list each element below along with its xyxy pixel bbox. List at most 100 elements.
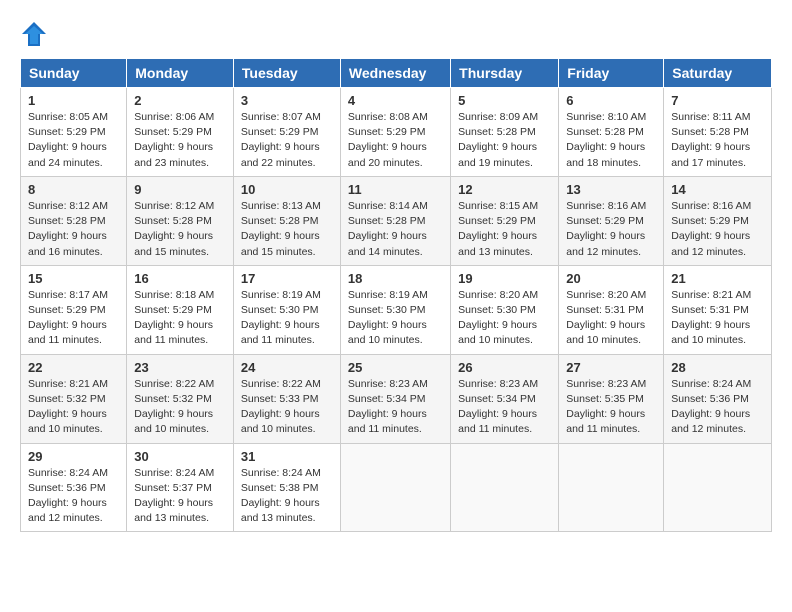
- calendar-cell: [664, 443, 772, 532]
- day-number: 15: [28, 271, 119, 286]
- calendar-week-4: 22 Sunrise: 8:21 AMSunset: 5:32 PMDayligh…: [21, 354, 772, 443]
- day-detail: Sunrise: 8:23 AMSunset: 5:34 PMDaylight:…: [348, 377, 443, 438]
- calendar-cell: 6 Sunrise: 8:10 AMSunset: 5:28 PMDaylight…: [559, 88, 664, 177]
- day-detail: Sunrise: 8:22 AMSunset: 5:33 PMDaylight:…: [241, 377, 333, 438]
- day-number: 28: [671, 360, 764, 375]
- day-detail: Sunrise: 8:15 AMSunset: 5:29 PMDaylight:…: [458, 199, 551, 260]
- day-number: 23: [134, 360, 226, 375]
- col-header-tuesday: Tuesday: [233, 59, 340, 88]
- day-number: 19: [458, 271, 551, 286]
- calendar-cell: 31 Sunrise: 8:24 AMSunset: 5:38 PMDayligh…: [233, 443, 340, 532]
- calendar-cell: 7Sunrise: 8:11 AMSunset: 5:28 PMDaylight…: [664, 88, 772, 177]
- day-number: 4: [348, 93, 443, 108]
- calendar-cell: 27 Sunrise: 8:23 AMSunset: 5:35 PMDayligh…: [559, 354, 664, 443]
- day-number: 31: [241, 449, 333, 464]
- calendar-week-1: 1 Sunrise: 8:05 AMSunset: 5:29 PMDaylight…: [21, 88, 772, 177]
- calendar-cell: 1 Sunrise: 8:05 AMSunset: 5:29 PMDaylight…: [21, 88, 127, 177]
- day-detail: Sunrise: 8:18 AMSunset: 5:29 PMDaylight:…: [134, 288, 226, 349]
- calendar-cell: 19 Sunrise: 8:20 AMSunset: 5:30 PMDayligh…: [451, 265, 559, 354]
- day-detail: Sunrise: 8:07 AMSunset: 5:29 PMDaylight:…: [241, 110, 333, 171]
- calendar-cell: 21Sunrise: 8:21 AMSunset: 5:31 PMDayligh…: [664, 265, 772, 354]
- day-detail: Sunrise: 8:16 AMSunset: 5:29 PMDaylight:…: [566, 199, 656, 260]
- calendar-cell: 30 Sunrise: 8:24 AMSunset: 5:37 PMDayligh…: [127, 443, 234, 532]
- day-detail: Sunrise: 8:22 AMSunset: 5:32 PMDaylight:…: [134, 377, 226, 438]
- day-number: 2: [134, 93, 226, 108]
- calendar-cell: 26 Sunrise: 8:23 AMSunset: 5:34 PMDayligh…: [451, 354, 559, 443]
- day-number: 22: [28, 360, 119, 375]
- logo-icon: [20, 20, 48, 48]
- calendar-week-3: 15 Sunrise: 8:17 AMSunset: 5:29 PMDayligh…: [21, 265, 772, 354]
- day-detail: Sunrise: 8:17 AMSunset: 5:29 PMDaylight:…: [28, 288, 119, 349]
- day-detail: Sunrise: 8:24 AMSunset: 5:36 PMDaylight:…: [671, 377, 764, 438]
- day-number: 6: [566, 93, 656, 108]
- calendar-cell: 22 Sunrise: 8:21 AMSunset: 5:32 PMDayligh…: [21, 354, 127, 443]
- day-number: 25: [348, 360, 443, 375]
- calendar-cell: 10 Sunrise: 8:13 AMSunset: 5:28 PMDayligh…: [233, 176, 340, 265]
- calendar-cell: 9 Sunrise: 8:12 AMSunset: 5:28 PMDaylight…: [127, 176, 234, 265]
- col-header-sunday: Sunday: [21, 59, 127, 88]
- day-number: 10: [241, 182, 333, 197]
- calendar-cell: 3 Sunrise: 8:07 AMSunset: 5:29 PMDaylight…: [233, 88, 340, 177]
- col-header-thursday: Thursday: [451, 59, 559, 88]
- calendar-cell: 15 Sunrise: 8:17 AMSunset: 5:29 PMDayligh…: [21, 265, 127, 354]
- calendar-header-row: SundayMondayTuesdayWednesdayThursdayFrid…: [21, 59, 772, 88]
- calendar-cell: 12 Sunrise: 8:15 AMSunset: 5:29 PMDayligh…: [451, 176, 559, 265]
- day-number: 26: [458, 360, 551, 375]
- day-detail: Sunrise: 8:19 AMSunset: 5:30 PMDaylight:…: [348, 288, 443, 349]
- calendar-cell: [451, 443, 559, 532]
- day-number: 17: [241, 271, 333, 286]
- calendar-cell: 11 Sunrise: 8:14 AMSunset: 5:28 PMDayligh…: [340, 176, 450, 265]
- logo: [20, 20, 52, 48]
- calendar-cell: 14Sunrise: 8:16 AMSunset: 5:29 PMDayligh…: [664, 176, 772, 265]
- col-header-friday: Friday: [559, 59, 664, 88]
- day-number: 1: [28, 93, 119, 108]
- day-detail: Sunrise: 8:23 AMSunset: 5:35 PMDaylight:…: [566, 377, 656, 438]
- day-detail: Sunrise: 8:19 AMSunset: 5:30 PMDaylight:…: [241, 288, 333, 349]
- calendar-week-2: 8 Sunrise: 8:12 AMSunset: 5:28 PMDaylight…: [21, 176, 772, 265]
- day-detail: Sunrise: 8:11 AMSunset: 5:28 PMDaylight:…: [671, 110, 764, 171]
- calendar-cell: 5 Sunrise: 8:09 AMSunset: 5:28 PMDaylight…: [451, 88, 559, 177]
- day-detail: Sunrise: 8:05 AMSunset: 5:29 PMDaylight:…: [28, 110, 119, 171]
- day-number: 13: [566, 182, 656, 197]
- day-detail: Sunrise: 8:10 AMSunset: 5:28 PMDaylight:…: [566, 110, 656, 171]
- day-detail: Sunrise: 8:24 AMSunset: 5:37 PMDaylight:…: [134, 466, 226, 527]
- calendar-cell: 2 Sunrise: 8:06 AMSunset: 5:29 PMDaylight…: [127, 88, 234, 177]
- day-number: 20: [566, 271, 656, 286]
- day-number: 12: [458, 182, 551, 197]
- calendar-cell: 13 Sunrise: 8:16 AMSunset: 5:29 PMDayligh…: [559, 176, 664, 265]
- day-number: 9: [134, 182, 226, 197]
- day-detail: Sunrise: 8:21 AMSunset: 5:31 PMDaylight:…: [671, 288, 764, 349]
- calendar-cell: 29 Sunrise: 8:24 AMSunset: 5:36 PMDayligh…: [21, 443, 127, 532]
- calendar-cell: 25 Sunrise: 8:23 AMSunset: 5:34 PMDayligh…: [340, 354, 450, 443]
- calendar-cell: 18Sunrise: 8:19 AMSunset: 5:30 PMDayligh…: [340, 265, 450, 354]
- day-detail: Sunrise: 8:09 AMSunset: 5:28 PMDaylight:…: [458, 110, 551, 171]
- day-detail: Sunrise: 8:14 AMSunset: 5:28 PMDaylight:…: [348, 199, 443, 260]
- calendar-week-5: 29 Sunrise: 8:24 AMSunset: 5:36 PMDayligh…: [21, 443, 772, 532]
- day-number: 27: [566, 360, 656, 375]
- day-detail: Sunrise: 8:23 AMSunset: 5:34 PMDaylight:…: [458, 377, 551, 438]
- day-number: 30: [134, 449, 226, 464]
- day-number: 11: [348, 182, 443, 197]
- calendar-table: SundayMondayTuesdayWednesdayThursdayFrid…: [20, 58, 772, 532]
- day-detail: Sunrise: 8:12 AMSunset: 5:28 PMDaylight:…: [28, 199, 119, 260]
- calendar-cell: [340, 443, 450, 532]
- day-number: 5: [458, 93, 551, 108]
- day-detail: Sunrise: 8:20 AMSunset: 5:30 PMDaylight:…: [458, 288, 551, 349]
- calendar-cell: 16Sunrise: 8:18 AMSunset: 5:29 PMDayligh…: [127, 265, 234, 354]
- day-detail: Sunrise: 8:13 AMSunset: 5:28 PMDaylight:…: [241, 199, 333, 260]
- calendar-cell: 17 Sunrise: 8:19 AMSunset: 5:30 PMDayligh…: [233, 265, 340, 354]
- calendar-cell: 24Sunrise: 8:22 AMSunset: 5:33 PMDayligh…: [233, 354, 340, 443]
- day-number: 3: [241, 93, 333, 108]
- day-detail: Sunrise: 8:24 AMSunset: 5:38 PMDaylight:…: [241, 466, 333, 527]
- day-detail: Sunrise: 8:12 AMSunset: 5:28 PMDaylight:…: [134, 199, 226, 260]
- day-detail: Sunrise: 8:06 AMSunset: 5:29 PMDaylight:…: [134, 110, 226, 171]
- day-number: 8: [28, 182, 119, 197]
- page-header: [20, 20, 772, 48]
- calendar-cell: [559, 443, 664, 532]
- day-number: 29: [28, 449, 119, 464]
- day-detail: Sunrise: 8:16 AMSunset: 5:29 PMDaylight:…: [671, 199, 764, 260]
- day-detail: Sunrise: 8:21 AMSunset: 5:32 PMDaylight:…: [28, 377, 119, 438]
- day-detail: Sunrise: 8:08 AMSunset: 5:29 PMDaylight:…: [348, 110, 443, 171]
- day-detail: Sunrise: 8:24 AMSunset: 5:36 PMDaylight:…: [28, 466, 119, 527]
- calendar-cell: 8 Sunrise: 8:12 AMSunset: 5:28 PMDaylight…: [21, 176, 127, 265]
